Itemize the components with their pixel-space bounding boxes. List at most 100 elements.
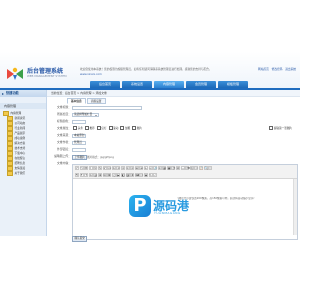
toolbar-button-icon[interactable]: I: [88, 166, 93, 170]
toolbar-button-icon[interactable]: ⊞: [97, 172, 102, 177]
notice-link[interactable]: www.xxxxx.com: [80, 72, 102, 76]
toolbar-button-icon[interactable]: U: [93, 166, 98, 170]
source-input[interactable]: 本站原创: [72, 133, 86, 138]
toolbar-button-icon[interactable]: ⇥: [148, 166, 153, 170]
toolbar-button-icon[interactable]: ♫: [111, 172, 116, 177]
editor-toolbar-row-1: ↶ ↷ B I U Sx² x₂ A ≡ ≡ ≡ ≡ ☰ ☰ ⇤ ⇥ 🔗 ⚓ ▦ ▣ ☺ Ω — ⌫ ⎘ ✂ 📋 🔍 ⛶: [75, 166, 295, 172]
upload-button[interactable]: 上传图片: [72, 154, 88, 160]
toolbar-button-icon[interactable]: ▶: [116, 172, 121, 177]
toolbar-button-icon[interactable]: x²: [102, 166, 107, 170]
toolbar-button-icon[interactable]: ⎘: [189, 166, 194, 170]
checkbox-bold[interactable]: [120, 126, 125, 130]
source-label: 文章来源：: [57, 133, 71, 137]
nav-tab-content[interactable]: 内容管理: [154, 81, 184, 88]
checkbox-recommend[interactable]: [84, 126, 89, 130]
checkbox-scroll[interactable]: [108, 126, 113, 130]
sidebar-header[interactable]: 快捷功能: [0, 90, 46, 97]
toolbar-button-icon[interactable]: ✂: [194, 166, 199, 170]
tab-advanced[interactable]: 高级设置: [86, 98, 106, 104]
toolbar-button-icon[interactable]: ◨: [125, 172, 130, 177]
toolbar-button-icon[interactable]: ✎: [148, 172, 153, 177]
content-label: 文章内容：: [57, 161, 71, 165]
row-thumb: 缩略图上传： 上传图片 图片格式：jpg/gif/png: [51, 154, 296, 160]
toolbar-button-icon[interactable]: ¶: [75, 172, 79, 177]
auto-thumb-label: 提取第一张图片: [273, 127, 292, 130]
toolbar-button-icon[interactable]: ☺: [171, 166, 176, 170]
toolbar-button-icon[interactable]: ✓: [153, 172, 158, 177]
sidebar-tree: 内容管理 新闻资讯 公司动态 行业新闻 产品展示 成功案例 解决方案 技术支持 下载中心 在线留言…: [0, 111, 46, 176]
sidebar-subheader[interactable]: 内容管理: [0, 103, 46, 109]
sidebar-item[interactable]: 关于我们: [3, 171, 46, 176]
toolbar-button-icon[interactable]: ⚓: [157, 166, 162, 170]
toolbar-button-icon[interactable]: ▤: [93, 172, 98, 177]
author-input[interactable]: 管理员: [72, 140, 86, 145]
toolbar-button-icon[interactable]: ❖: [130, 172, 135, 177]
toolbar-button-icon[interactable]: x₂: [107, 166, 112, 170]
attr-label: 文章属性：: [57, 126, 71, 130]
toolbar-button-icon[interactable]: S: [97, 166, 102, 170]
nav-tab-system[interactable]: 系统设置: [122, 81, 152, 88]
nav-tab-members[interactable]: 会员管理: [186, 81, 216, 88]
checkbox-image[interactable]: [132, 126, 137, 130]
toolbar-button-icon[interactable]: ↷: [79, 166, 84, 170]
toolbar-button-icon[interactable]: ≡: [125, 166, 130, 170]
main-nav: 后台首页 系统设置 内容管理 会员管理 模板管理: [90, 81, 248, 88]
toolbar-button-icon[interactable]: A: [88, 172, 93, 177]
toolbar-button-icon[interactable]: ▣: [166, 166, 171, 170]
form-tabs: 基本信息 高级设置: [47, 98, 300, 104]
toolbar-button-icon[interactable]: ↶: [75, 166, 79, 170]
toolbar-button-icon[interactable]: ≡: [130, 166, 135, 170]
toolbar-button-icon[interactable]: ☰: [134, 166, 139, 170]
toolbar-button-icon[interactable]: ◧: [120, 172, 125, 177]
tab-basic[interactable]: 基本信息: [67, 98, 86, 104]
checkbox-headline[interactable]: [73, 126, 78, 130]
watermark-p-icon: P: [129, 195, 151, 217]
outer-link-label: 外部链接：: [57, 147, 71, 151]
nav-tab-templates[interactable]: 模板管理: [218, 81, 248, 88]
toolbar-button-icon[interactable]: ☰: [139, 166, 144, 170]
toolbar-button-icon[interactable]: F: [79, 172, 84, 177]
top-link-password[interactable]: 修改密码: [272, 67, 283, 71]
thumb-label: 缩略图上传：: [54, 154, 71, 158]
outer-link-input[interactable]: [72, 147, 86, 152]
toolbar-button-icon[interactable]: ▦: [162, 166, 167, 170]
auto-thumb-option: 提取第一张图片: [268, 126, 292, 131]
toolbar-button-icon[interactable]: ⊟: [102, 172, 107, 177]
toolbar-button-icon[interactable]: ⇤: [143, 166, 148, 170]
color-input[interactable]: [72, 119, 86, 124]
toolbar-button-icon[interactable]: B: [84, 166, 89, 170]
toolbar-button-icon[interactable]: ◉: [143, 172, 148, 177]
sidebar: 快捷功能 内容管理 内容管理 新闻资讯 公司动态 行业新闻 产品展示 成功案例 解决方案 技术…: [0, 90, 47, 236]
attr-headline: 头条: [77, 127, 83, 130]
editor-scrollbar[interactable]: [293, 179, 297, 235]
notice-text: 欢迎您使用本系统！您的权限为超级管理员，如有任何疑问请联系系统管理员进行处理，感…: [80, 67, 212, 71]
attr-scroll: 滚动: [113, 127, 119, 130]
toolbar-button-icon[interactable]: ⛶: [208, 166, 213, 170]
toolbar-button-icon[interactable]: Ω: [176, 166, 181, 170]
toolbar-button-icon[interactable]: ≡: [120, 166, 125, 170]
category-select[interactable]: 请选择所属栏目: [72, 112, 99, 117]
author-label: 文章作者：: [57, 140, 71, 144]
toolbar-button-icon[interactable]: ⌨: [134, 172, 139, 177]
toolbar-button-icon[interactable]: —: [180, 166, 185, 170]
checkbox-auto-thumb[interactable]: [269, 126, 274, 130]
title-input[interactable]: [72, 105, 142, 110]
toolbar-button-icon[interactable]: 🔗: [153, 166, 157, 170]
sidebar-item-label: 关于我们: [14, 171, 26, 175]
submit-button[interactable]: 确认提交: [72, 236, 88, 242]
toolbar-button-icon[interactable]: 📋: [199, 166, 203, 170]
toolbar-button-icon[interactable]: 🔍: [203, 166, 208, 170]
toolbar-button-icon[interactable]: ≡: [116, 166, 121, 170]
logo-icon: [7, 67, 23, 80]
top-link-home[interactable]: 网站首页: [258, 67, 269, 71]
nav-tab-home[interactable]: 后台首页: [90, 81, 120, 88]
attr-recommend: 推荐: [89, 127, 95, 130]
toolbar-button-icon[interactable]: ⌫: [185, 166, 190, 170]
row-outer-link: 外部链接：: [51, 147, 296, 152]
toolbar-button-icon[interactable]: T: [84, 172, 89, 177]
category-label: 所属栏目：: [57, 112, 71, 116]
toolbar-button-icon[interactable]: A: [111, 166, 116, 170]
toolbar-button-icon[interactable]: ☐: [139, 172, 144, 177]
top-link-logout[interactable]: 退出系统: [285, 67, 296, 71]
toolbar-button-icon[interactable]: ⊠: [107, 172, 112, 177]
